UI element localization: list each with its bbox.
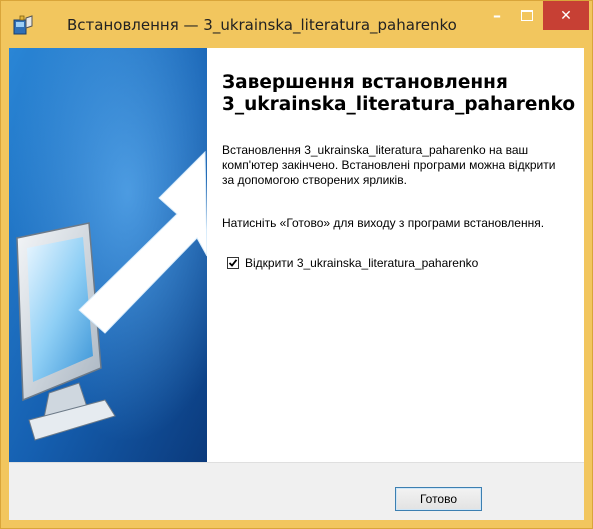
- installer-window: Встановлення — 3_ukrainska_literatura_pa…: [0, 0, 593, 529]
- maximize-button[interactable]: [513, 1, 541, 30]
- setup-icon: [12, 14, 34, 36]
- page-title: Завершення встановлення 3_ukrainska_lite…: [222, 72, 582, 116]
- completion-message: Встановлення 3_ukrainska_literatura_paha…: [222, 143, 556, 187]
- page-title-line-1: Завершення встановлення: [222, 72, 508, 93]
- launch-app-checkbox[interactable]: [227, 257, 239, 269]
- maximize-icon: [521, 10, 533, 21]
- close-icon: ✕: [560, 7, 572, 24]
- computer-monitor-arrow-illustration: [9, 48, 208, 462]
- wizard-content: Завершення встановлення 3_ukrainska_lite…: [9, 48, 584, 520]
- close-button[interactable]: ✕: [543, 1, 589, 30]
- minimize-icon: –: [493, 6, 501, 25]
- finish-button[interactable]: Готово: [395, 487, 482, 511]
- checkmark-icon: [228, 259, 238, 267]
- exit-instruction: Натисніть «Готово» для виходу з програми…: [222, 216, 545, 230]
- button-bar: Готово: [9, 462, 584, 520]
- minimize-button[interactable]: –: [483, 1, 511, 30]
- page-title-line-2: 3_ukrainska_literatura_paharenko: [222, 94, 576, 115]
- window-title: Встановлення — 3_ukrainska_literatura_pa…: [67, 16, 457, 34]
- title-bar[interactable]: Встановлення — 3_ukrainska_literatura_pa…: [1, 1, 592, 48]
- launch-app-label[interactable]: Відкрити 3_ukrainska_literatura_paharenk…: [245, 256, 478, 270]
- launch-app-option[interactable]: Відкрити 3_ukrainska_literatura_paharenk…: [227, 256, 478, 270]
- sidebar-illustration: [9, 48, 208, 462]
